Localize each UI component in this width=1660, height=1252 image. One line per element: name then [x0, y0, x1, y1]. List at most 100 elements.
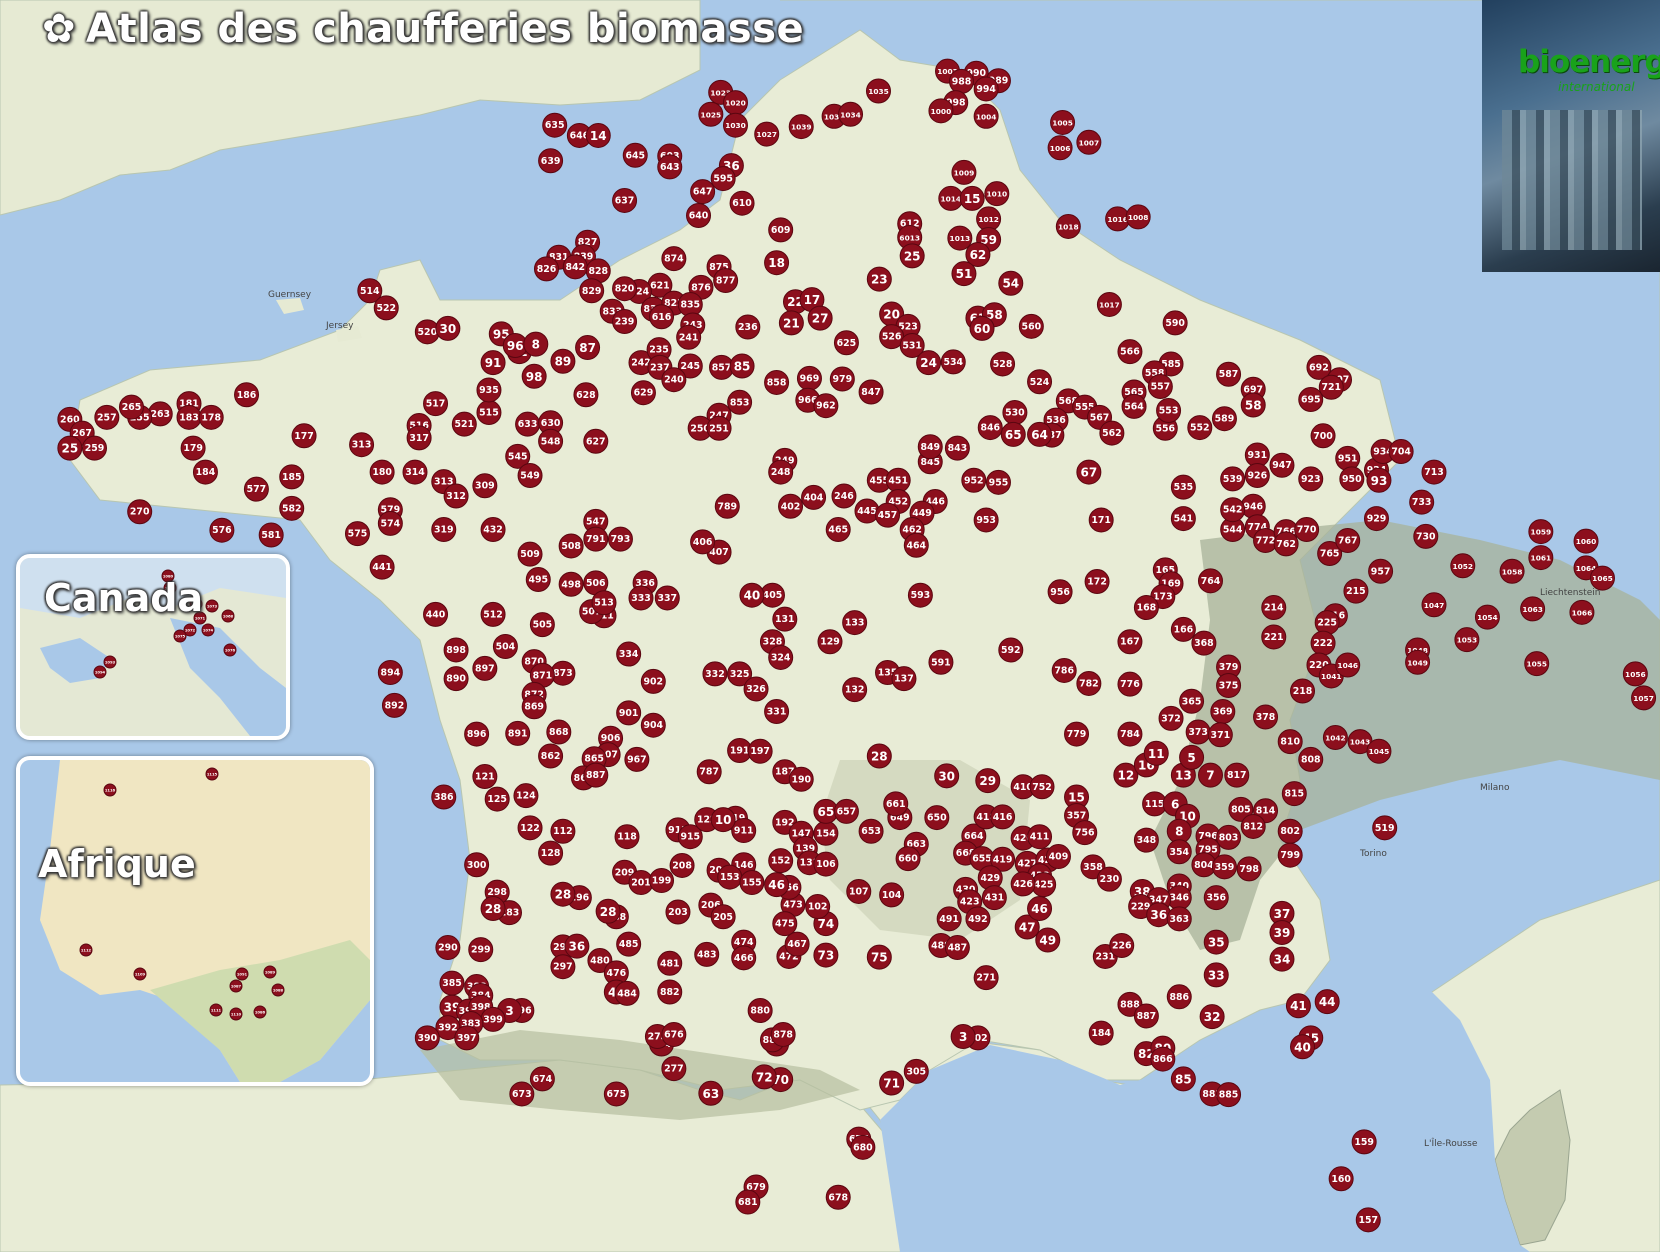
site-marker[interactable]: 64: [1027, 421, 1053, 447]
site-marker[interactable]: 1053: [1454, 627, 1480, 653]
site-marker[interactable]: 172: [1084, 569, 1110, 595]
site-marker[interactable]: 534: [940, 349, 966, 375]
site-marker[interactable]: 548: [538, 428, 564, 454]
site-marker[interactable]: 1054: [1474, 604, 1500, 630]
site-marker[interactable]: 125: [484, 786, 510, 812]
site-marker[interactable]: 365: [1179, 688, 1205, 714]
site-marker[interactable]: 929: [1363, 506, 1389, 532]
site-marker[interactable]: 1018: [1055, 213, 1081, 239]
site-marker[interactable]: 46: [764, 872, 790, 898]
site-marker[interactable]: 1059: [1528, 519, 1554, 545]
site-marker[interactable]: 904: [640, 712, 666, 738]
site-marker[interactable]: 186: [234, 382, 260, 408]
site-marker[interactable]: 969: [796, 365, 822, 391]
site-marker[interactable]: 842: [562, 254, 588, 280]
site-marker[interactable]: 326: [743, 676, 769, 702]
site-marker[interactable]: 155: [739, 870, 765, 896]
site-marker[interactable]: 591: [928, 649, 954, 675]
site-marker[interactable]: 1020: [722, 90, 748, 116]
site-marker[interactable]: 553: [1156, 397, 1182, 423]
site-marker[interactable]: 36: [1146, 902, 1172, 928]
site-marker[interactable]: 988: [948, 68, 974, 94]
site-marker[interactable]: 1047: [1421, 592, 1447, 618]
site-marker[interactable]: 24: [916, 350, 942, 376]
afrique-inset[interactable]: 1115 1116 1112 1109 1091 1087 1088 1089 1111 1110…: [16, 756, 374, 1086]
site-marker[interactable]: 440: [423, 601, 449, 627]
site-marker[interactable]: 896: [464, 721, 490, 747]
site-marker[interactable]: 1004: [973, 103, 999, 129]
site-marker[interactable]: 853: [727, 389, 753, 415]
site-marker[interactable]: 593: [907, 582, 933, 608]
site-marker[interactable]: 609: [768, 217, 794, 243]
site-marker[interactable]: 1005: [1050, 109, 1076, 135]
site-marker[interactable]: 1017: [1096, 291, 1122, 317]
site-marker[interactable]: 312: [443, 483, 469, 509]
site-marker[interactable]: 1049: [1405, 649, 1431, 675]
site-marker[interactable]: 700: [1310, 423, 1336, 449]
afrique-marker[interactable]: 1087: [229, 979, 243, 993]
site-marker[interactable]: 520: [414, 319, 440, 345]
site-marker[interactable]: 787: [696, 759, 722, 785]
site-marker[interactable]: 309: [472, 473, 498, 499]
site-marker[interactable]: 426: [1010, 871, 1036, 897]
site-marker[interactable]: 902: [640, 668, 666, 694]
site-marker[interactable]: 625: [833, 330, 859, 356]
site-marker[interactable]: 1006: [1047, 135, 1073, 161]
site-marker[interactable]: 152: [768, 848, 794, 874]
canada-marker[interactable]: 1094: [93, 665, 107, 679]
site-marker[interactable]: 676: [661, 1021, 687, 1047]
site-marker[interactable]: 1014: [938, 185, 964, 211]
site-marker[interactable]: 640: [686, 203, 712, 229]
afrique-marker[interactable]: 1109: [133, 967, 147, 981]
site-marker[interactable]: 416: [990, 804, 1016, 830]
site-marker[interactable]: 75: [866, 944, 892, 970]
site-marker[interactable]: 185: [279, 464, 305, 490]
site-marker[interactable]: 566: [1117, 339, 1143, 365]
site-marker[interactable]: 1008: [1125, 204, 1151, 230]
site-marker[interactable]: 1061: [1528, 545, 1554, 571]
site-marker[interactable]: 557: [1147, 374, 1173, 400]
site-marker[interactable]: 297: [550, 954, 576, 980]
site-marker[interactable]: 107: [846, 878, 872, 904]
site-marker[interactable]: 334: [616, 641, 642, 667]
site-marker[interactable]: 257: [94, 404, 120, 430]
site-marker[interactable]: 581: [258, 522, 284, 548]
site-marker[interactable]: 713: [1421, 459, 1447, 485]
site-marker[interactable]: 817: [1224, 762, 1250, 788]
site-marker[interactable]: 957: [1368, 558, 1394, 584]
site-marker[interactable]: 71: [879, 1070, 905, 1096]
site-marker[interactable]: 592: [998, 637, 1024, 663]
site-marker[interactable]: 513: [591, 590, 617, 616]
site-marker[interactable]: 271: [973, 965, 999, 991]
site-marker[interactable]: 1060: [1573, 528, 1599, 554]
site-marker[interactable]: 467: [784, 931, 810, 957]
site-marker[interactable]: 184: [1088, 1020, 1114, 1046]
site-marker[interactable]: 369: [1210, 699, 1236, 725]
site-marker[interactable]: 399: [480, 1006, 506, 1032]
site-marker[interactable]: 784: [1117, 721, 1143, 747]
site-marker[interactable]: 627: [583, 428, 609, 454]
site-marker[interactable]: 1063: [1520, 596, 1546, 622]
site-marker[interactable]: 577: [243, 476, 269, 502]
site-marker[interactable]: 331: [764, 699, 790, 725]
site-marker[interactable]: 770: [1294, 517, 1320, 543]
site-marker[interactable]: 28: [480, 896, 506, 922]
site-marker[interactable]: 874: [661, 246, 687, 272]
afrique-marker[interactable]: 1088: [271, 983, 285, 997]
site-marker[interactable]: 368: [1191, 630, 1217, 656]
site-marker[interactable]: 313: [349, 432, 375, 458]
site-marker[interactable]: 445: [854, 498, 880, 524]
site-marker[interactable]: 887: [1133, 1003, 1159, 1029]
site-marker[interactable]: 190: [788, 766, 814, 792]
site-marker[interactable]: 25: [899, 243, 925, 269]
site-marker[interactable]: 886: [1166, 984, 1192, 1010]
site-marker[interactable]: 595: [710, 166, 736, 192]
site-marker[interactable]: 40: [739, 582, 765, 608]
site-marker[interactable]: 215: [1343, 578, 1369, 604]
site-marker[interactable]: 432: [480, 517, 506, 543]
site-marker[interactable]: 1058: [1499, 558, 1525, 584]
site-marker[interactable]: 789: [714, 493, 740, 519]
site-marker[interactable]: 509: [517, 541, 543, 567]
site-marker[interactable]: 3: [950, 1023, 976, 1049]
site-marker[interactable]: 41: [1285, 993, 1311, 1019]
